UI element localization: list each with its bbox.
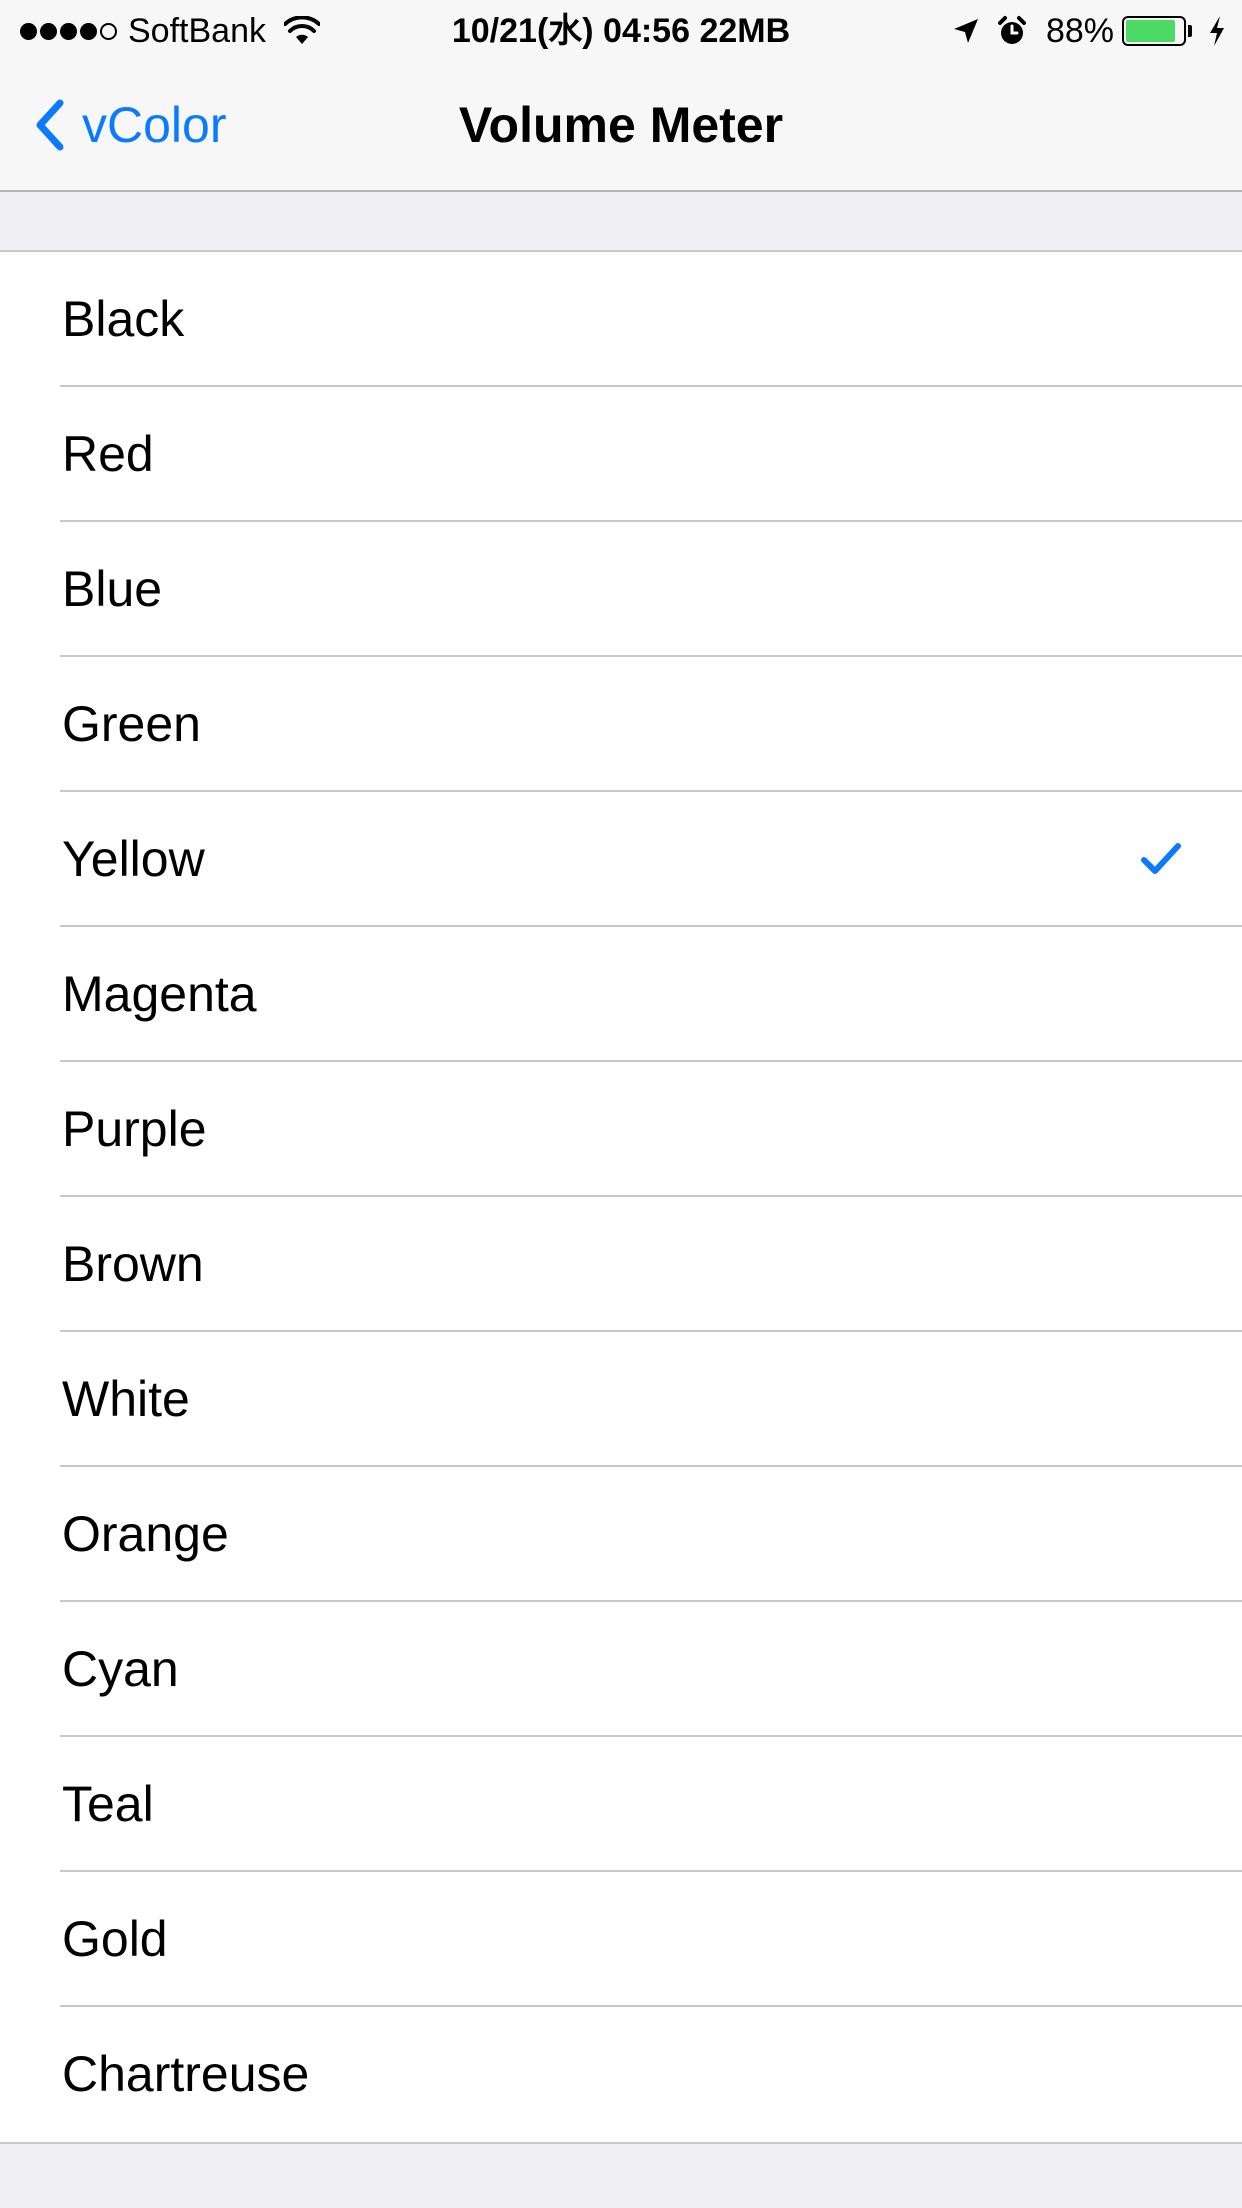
list-item-brown[interactable]: Brown (0, 1197, 1242, 1332)
list-item-cyan[interactable]: Cyan (0, 1602, 1242, 1737)
list-item-yellow[interactable]: Yellow (0, 792, 1242, 927)
list-item-label: White (62, 1371, 190, 1427)
list-item-label: Cyan (62, 1641, 179, 1697)
signal-strength-icon (20, 22, 120, 40)
battery-percent: 88% (1045, 11, 1114, 50)
battery-level-fill (1126, 20, 1176, 42)
list-item-label: Gold (62, 1911, 168, 1967)
chevron-left-icon (36, 99, 64, 151)
charging-bolt-icon (1208, 16, 1226, 46)
list-item-label: Yellow (62, 831, 205, 887)
status-bar: SoftBank 10/21(水) 04:56 22MB 88% (0, 0, 1242, 60)
back-button[interactable]: vColor (34, 90, 226, 160)
list-item-label: Teal (62, 1776, 154, 1832)
list-item-gold[interactable]: Gold (0, 1872, 1242, 2007)
list-item-red[interactable]: Red (0, 387, 1242, 522)
list-item-label: Purple (62, 1101, 207, 1157)
list-item-blue[interactable]: Blue (0, 522, 1242, 657)
list-item-label: Chartreuse (62, 2046, 310, 2102)
list-item-label: Magenta (62, 966, 257, 1022)
wifi-icon (283, 16, 320, 44)
list-item-purple[interactable]: Purple (0, 1062, 1242, 1197)
list-item-chartreuse[interactable]: Chartreuse (0, 2007, 1242, 2142)
list-item-label: Brown (62, 1236, 204, 1292)
list-item-label: Black (62, 291, 185, 347)
location-arrow-icon (952, 17, 980, 45)
list-item-label: Red (62, 426, 154, 482)
alarm-icon (996, 15, 1028, 47)
status-left: SoftBank (20, 10, 320, 52)
status-right: 88% (936, 10, 1226, 52)
checkmark-icon (1141, 843, 1181, 874)
battery-tip (1188, 25, 1192, 37)
list-item-teal[interactable]: Teal (0, 1737, 1242, 1872)
list-item-label: Green (62, 696, 201, 752)
back-button-label: vColor (82, 97, 227, 153)
list-item-green[interactable]: Green (0, 657, 1242, 792)
list-item-label: Blue (62, 561, 163, 617)
list-item-label: Orange (62, 1506, 229, 1562)
color-list: Black Red Blue Green Yellow Magenta Purple Brow… (0, 250, 1242, 2144)
list-item-orange[interactable]: Orange (0, 1467, 1242, 1602)
navigation-bar: vColor Volume Meter (0, 60, 1242, 190)
list-item-magenta[interactable]: Magenta (0, 927, 1242, 1062)
list-item-black[interactable]: Black (0, 252, 1242, 387)
top-bar: SoftBank 10/21(水) 04:56 22MB 88% vColor … (0, 0, 1242, 192)
list-item-white[interactable]: White (0, 1332, 1242, 1467)
carrier-name: SoftBank (128, 11, 266, 50)
battery-icon (1122, 16, 1186, 46)
